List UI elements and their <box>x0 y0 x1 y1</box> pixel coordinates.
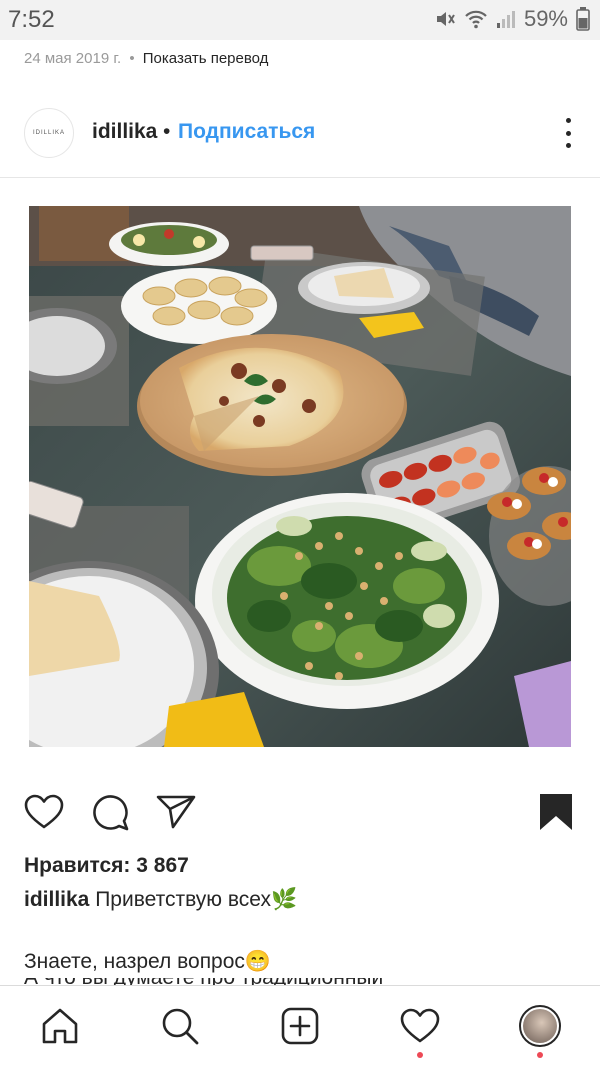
likes-count[interactable]: Нравится: 3 867 <box>24 854 189 878</box>
add-icon[interactable] <box>278 1004 322 1048</box>
home-icon[interactable] <box>38 1004 82 1048</box>
send-icon[interactable] <box>154 790 198 834</box>
caption: idillika Приветствую всех🌿 <box>24 888 297 912</box>
caption-username[interactable]: idillika <box>24 888 89 911</box>
post-media <box>0 178 600 772</box>
post-username[interactable]: idillika <box>92 120 157 144</box>
follow-button[interactable]: Подписаться <box>178 120 315 144</box>
battery-icon <box>576 7 590 31</box>
bottom-navigation <box>0 985 600 1065</box>
bookmark-icon[interactable] <box>534 790 578 834</box>
status-time: 7:52 <box>8 6 55 33</box>
avatar-logo-text: IDILLIKA <box>32 130 65 136</box>
status-icons: 59% <box>434 6 590 32</box>
post-photo[interactable] <box>29 206 571 747</box>
meta-separator: • <box>129 50 135 67</box>
show-translation-link[interactable]: Показать перевод <box>143 50 269 67</box>
wifi-icon <box>464 8 488 30</box>
post-date: 24 мая 2019 г. <box>24 50 122 67</box>
comment-icon[interactable] <box>88 790 132 834</box>
activity-notification-dot <box>417 1052 423 1058</box>
post-actions <box>0 790 600 840</box>
signal-icon <box>496 8 516 30</box>
profile-icon[interactable] <box>518 1004 562 1048</box>
battery-percent: 59% <box>523 6 568 31</box>
search-icon[interactable] <box>158 1004 202 1048</box>
activity-icon[interactable] <box>398 1004 442 1048</box>
heart-icon[interactable] <box>22 790 66 834</box>
previous-post-meta: 24 мая 2019 г. • Показать перевод <box>24 50 268 67</box>
mute-icon <box>434 8 456 30</box>
post-header: IDILLIKA idillika • Подписаться <box>0 100 600 172</box>
status-bar: 7:52 59% <box>0 0 600 40</box>
caption-text: Приветствую всех🌿 <box>95 888 298 911</box>
profile-notification-dot <box>537 1052 543 1058</box>
caption-line-2: Знаете, назрел вопрос😁 <box>24 950 272 973</box>
header-separator: • <box>163 120 171 143</box>
avatar[interactable]: IDILLIKA <box>24 108 74 158</box>
more-options-icon[interactable] <box>564 118 572 148</box>
